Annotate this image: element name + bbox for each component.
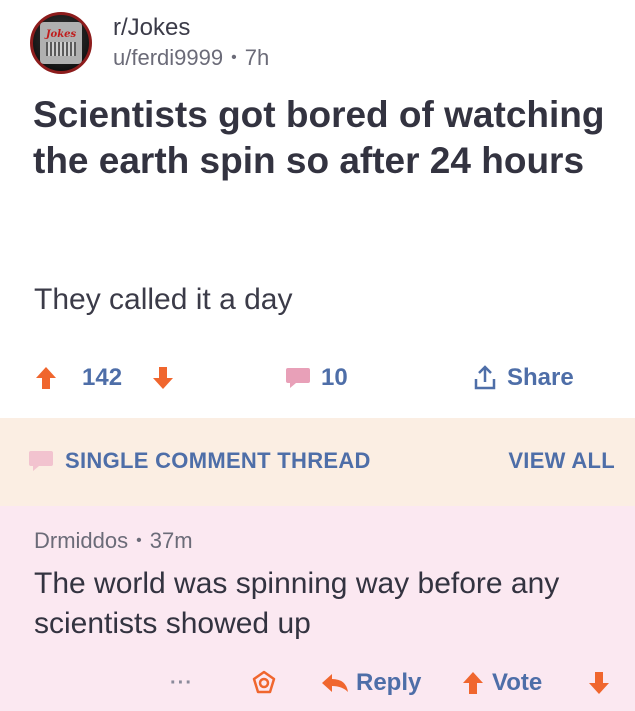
- view-all-button[interactable]: VIEW ALL: [508, 448, 615, 474]
- reply-button[interactable]: Reply: [320, 661, 421, 705]
- subreddit-link[interactable]: r/Jokes: [113, 13, 269, 43]
- meta-separator: •: [231, 49, 237, 66]
- meta-separator: •: [136, 532, 142, 549]
- award-icon: [252, 670, 276, 694]
- arrow-down-icon: [589, 672, 609, 694]
- post-user-line: u/ferdi9999 • 7h: [113, 43, 269, 73]
- avatar-grill: [46, 42, 76, 56]
- comment-text: The world was spinning way before any sc…: [34, 567, 560, 640]
- arrow-down-icon: [153, 367, 173, 389]
- subreddit-avatar[interactable]: Jokes: [30, 12, 92, 74]
- arrow-up-icon: [36, 367, 56, 389]
- comment-count: 10: [321, 364, 348, 391]
- post-body: They called it a day: [34, 283, 293, 316]
- upvote-button[interactable]: [35, 356, 57, 400]
- share-icon: [474, 365, 496, 390]
- comment-age: 37m: [149, 528, 193, 553]
- comment-bubble-icon: [29, 451, 53, 471]
- vote-label: Vote: [492, 669, 543, 696]
- post-title[interactable]: Scientists got bored of watching the ear…: [33, 92, 613, 184]
- comment-bubble-icon: [286, 368, 310, 388]
- post-meta: r/Jokes u/ferdi9999 • 7h: [113, 13, 269, 73]
- comment-downvote-button[interactable]: [588, 661, 610, 705]
- comment-action-bar: ··· Reply Vote: [0, 661, 635, 705]
- reply-label: Reply: [356, 669, 422, 696]
- post-score: 142: [82, 364, 123, 391]
- post-header: Jokes r/Jokes u/ferdi9999 • 7h: [30, 8, 590, 78]
- comment-upvote-button[interactable]: Vote: [462, 661, 542, 705]
- comments-button[interactable]: 10: [285, 356, 348, 400]
- post-author-link[interactable]: u/ferdi9999: [113, 43, 223, 73]
- arrow-up-icon: [463, 672, 483, 694]
- single-comment-thread-banner: SINGLE COMMENT THREAD VIEW ALL: [0, 418, 635, 506]
- share-label: Share: [507, 364, 574, 391]
- thread-banner-label: SINGLE COMMENT THREAD: [65, 448, 371, 473]
- comment-author-link[interactable]: Drmiddos: [34, 528, 128, 554]
- more-options-button[interactable]: ···: [170, 661, 193, 705]
- downvote-button[interactable]: [152, 356, 174, 400]
- post-age: 7h: [244, 45, 270, 70]
- share-button[interactable]: Share: [473, 356, 574, 400]
- reply-arrow-icon: [322, 674, 348, 692]
- comment: Drmiddos • 37m The world was spinning wa…: [0, 506, 635, 711]
- avatar-logo: Jokes: [40, 22, 82, 64]
- comment-meta: Drmiddos • 37m: [34, 528, 193, 554]
- avatar-logo-text: Jokes: [45, 29, 77, 40]
- award-button[interactable]: [250, 661, 278, 705]
- post-action-bar: 142 10 Share: [30, 356, 610, 400]
